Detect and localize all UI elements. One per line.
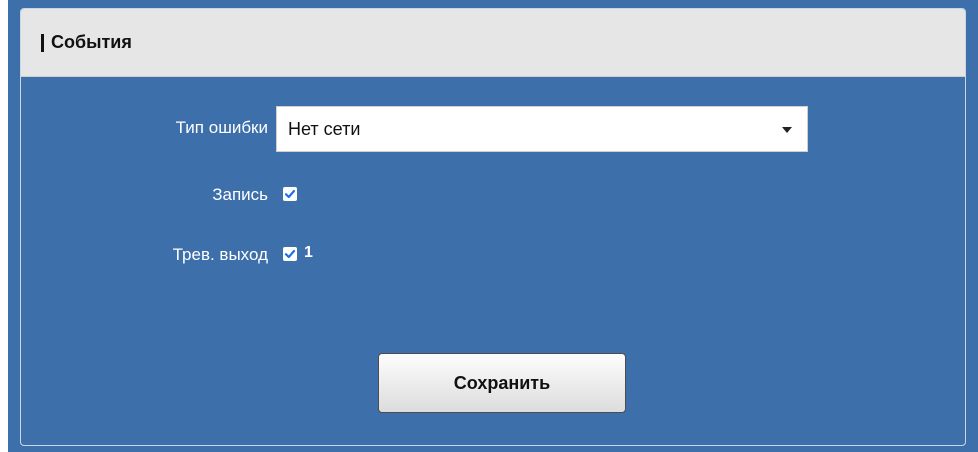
check-icon [284,249,296,259]
events-panel: События Тип ошибки Нет сети Запись Трев.… [20,8,966,446]
chevron-down-icon [782,127,792,133]
record-checkbox[interactable] [283,187,297,201]
content-frame: События Тип ошибки Нет сети Запись Трев.… [8,0,978,452]
record-label: Запись [212,185,268,204]
panel-header: События [21,9,965,77]
error-type-select[interactable]: Нет сети [276,106,808,152]
check-icon [284,189,296,199]
header-marker [41,33,44,52]
error-type-label: Тип ошибки [175,118,268,137]
panel-title: События [51,32,132,52]
error-type-value: Нет сети [288,118,361,139]
alarm-output-channel: 1 [304,244,313,261]
save-button[interactable]: Сохранить [378,353,626,413]
alarm-output-checkbox[interactable] [283,247,297,261]
alarm-output-label: Трев. выход [172,245,268,264]
